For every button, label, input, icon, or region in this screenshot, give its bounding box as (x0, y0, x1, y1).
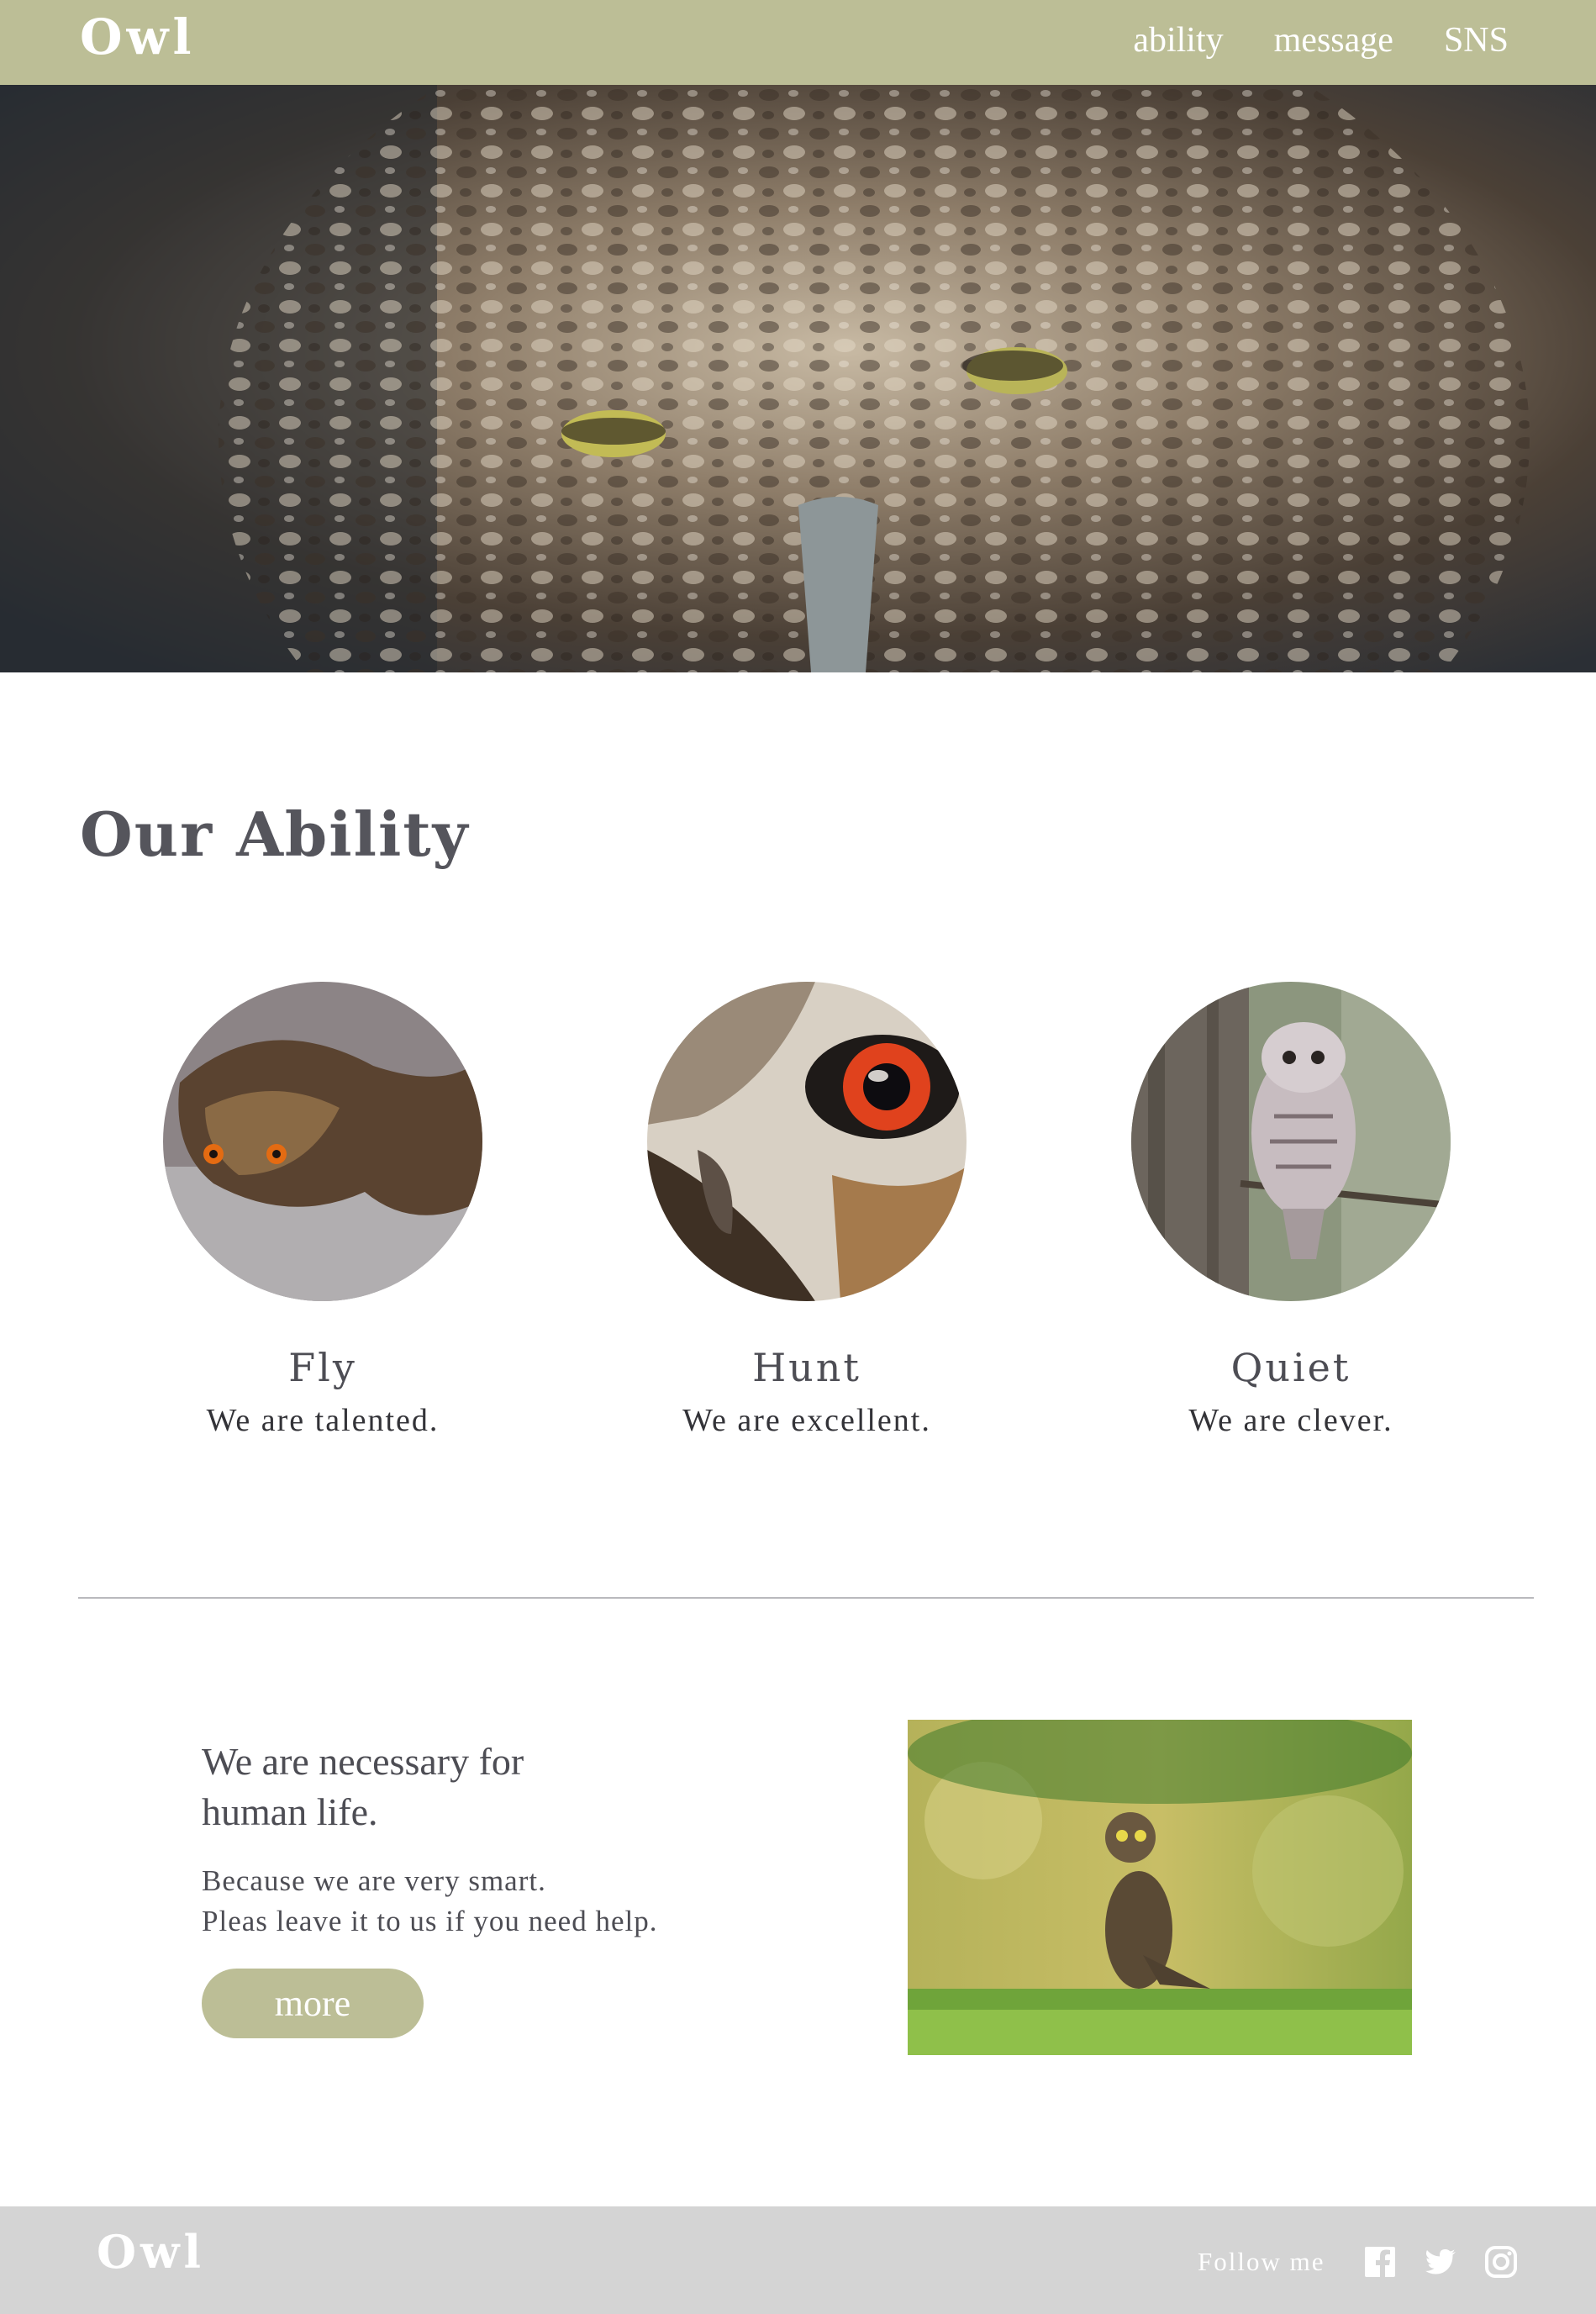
message-heading-line-2: human life. (202, 1790, 378, 1833)
twitter-icon[interactable] (1424, 2245, 1457, 2279)
ability-card-hunt: Hunt We are excellent. (647, 982, 967, 1439)
ability-card-quiet: Quiet We are clever. (1131, 982, 1451, 1439)
ability-label-fly: Fly (288, 1345, 357, 1390)
hero-image (0, 85, 1596, 672)
facebook-icon[interactable] (1363, 2245, 1397, 2279)
ability-label-quiet: Quiet (1230, 1345, 1351, 1390)
message-text: Because we are very smart. Pleas leave i… (202, 1861, 723, 1942)
more-button[interactable]: more (202, 1969, 424, 2038)
nav-link-ability[interactable]: ability (1133, 20, 1223, 61)
perched-owl-photo (1131, 982, 1451, 1301)
owl-in-grass-photo (908, 1720, 1412, 2055)
ability-card-fly: Fly We are talented. (163, 982, 482, 1439)
owl-closeup-photo (0, 85, 1596, 672)
nav-link-message[interactable]: message (1274, 20, 1393, 61)
section-title-ability: Our Ability (80, 799, 470, 870)
message-text-line-1: Because we are very smart. (202, 1864, 546, 1897)
ability-desc-hunt: We are excellent. (682, 1403, 931, 1438)
main-nav: ability message SNS (1133, 20, 1509, 61)
footer-logo[interactable]: Owl (97, 2225, 205, 2279)
ability-desc-fly: We are talented. (206, 1403, 440, 1438)
ability-label-hunt: Hunt (752, 1345, 861, 1390)
instagram-icon[interactable] (1484, 2245, 1518, 2279)
nav-link-sns[interactable]: SNS (1444, 20, 1509, 61)
section-divider (78, 1597, 1534, 1599)
site-footer: Owl Follow me (0, 2206, 1596, 2314)
message-text-line-2: Pleas leave it to us if you need help. (202, 1905, 658, 1937)
message-heading-line-1: We are necessary for (202, 1740, 524, 1783)
message-heading: We are necessary for human life. (202, 1737, 622, 1837)
site-logo[interactable]: Owl (80, 8, 196, 66)
site-header: Owl ability message SNS (0, 0, 1596, 85)
ability-desc-quiet: We are clever. (1188, 1403, 1393, 1438)
flying-owl-photo (163, 982, 482, 1301)
follow-label: Follow me (1198, 2247, 1325, 2276)
owl-eye-photo (647, 982, 967, 1301)
